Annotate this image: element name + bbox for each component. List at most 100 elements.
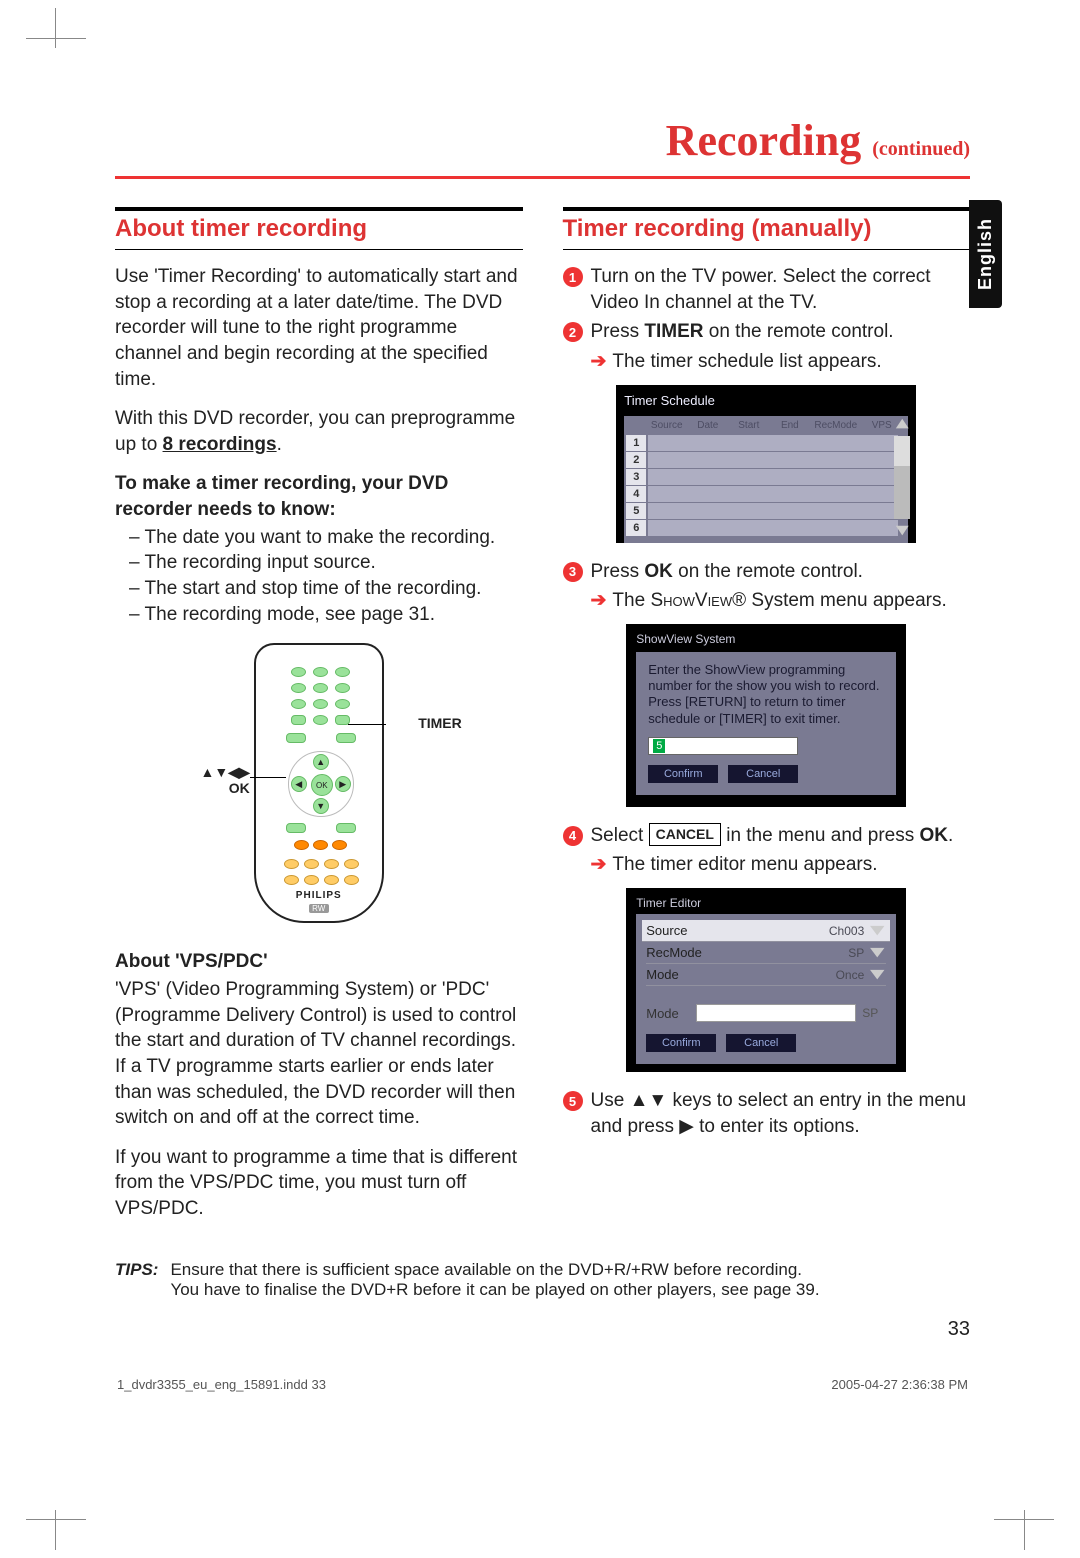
about-intro: Use 'Timer Recording' to automatically s… xyxy=(115,264,523,392)
row-num: 1 xyxy=(626,435,646,451)
chevron-down-icon[interactable] xyxy=(868,945,886,961)
row-cells xyxy=(648,435,898,451)
remote-button xyxy=(304,875,319,885)
crop-mark-tl xyxy=(55,8,95,48)
txt: on the remote control. xyxy=(673,561,863,582)
editor-mode-row[interactable]: Mode SP xyxy=(646,1002,886,1024)
txt-bold: OK xyxy=(644,561,673,582)
arrow-icons: ▲▼◀▶ xyxy=(201,764,250,780)
list-item: The recording input source. xyxy=(129,550,523,576)
remote-button xyxy=(286,823,306,833)
step-number-icon: 3 xyxy=(563,562,583,582)
vps-p1: 'VPS' (Video Programming System) or 'PDC… xyxy=(115,977,523,1131)
remote-button xyxy=(284,859,299,869)
remote-button xyxy=(336,733,356,743)
row-label: Mode xyxy=(646,1006,696,1021)
cancel-button[interactable]: Cancel xyxy=(726,1034,796,1052)
vps-p2: If you want to programme a time that is … xyxy=(115,1145,523,1222)
row-cells xyxy=(648,452,898,468)
screen-title: ShowView System xyxy=(626,628,906,652)
chevron-down-icon[interactable] xyxy=(868,923,886,939)
txt: . xyxy=(277,434,282,455)
remote-num-2 xyxy=(313,667,328,677)
col: Source xyxy=(650,420,683,431)
list-item: The date you want to make the recording. xyxy=(129,525,523,551)
showview-input[interactable]: 5 xyxy=(648,737,798,755)
row-num: 2 xyxy=(626,452,646,468)
row-value: Once xyxy=(798,968,868,982)
row-cells xyxy=(648,520,898,536)
row-label: RecMode xyxy=(646,945,798,960)
txt: Select xyxy=(591,825,649,846)
table-row: 5 xyxy=(626,503,898,519)
col: End xyxy=(773,420,806,431)
section-timer-manual: Timer recording (manually) xyxy=(563,207,971,250)
language-tab: English xyxy=(969,200,1002,308)
txt: Press xyxy=(591,561,645,582)
page-title-main: Recording xyxy=(666,116,862,165)
row-num: 3 xyxy=(626,469,646,485)
indd-timestamp: 2005-04-27 2:36:38 PM xyxy=(831,1377,968,1392)
confirm-button[interactable]: Confirm xyxy=(648,765,718,783)
arrow-right-icon: ➔ xyxy=(591,588,607,614)
table-row: 6 xyxy=(626,520,898,536)
tips-label: TIPS: xyxy=(115,1260,158,1300)
txt: The ShowView® System menu appears. xyxy=(612,588,946,614)
tips-block: TIPS: Ensure that there is sufficient sp… xyxy=(115,1260,970,1300)
page-footer: 33 xyxy=(115,1318,970,1341)
schedule-table: Source Date Start End RecMode VPS 1 2 3 … xyxy=(624,416,908,543)
remote-num-0 xyxy=(313,715,328,725)
need-to-know-head: To make a timer recording, your DVD reco… xyxy=(115,471,523,522)
remote-rw-badge: RW xyxy=(309,904,329,913)
8-recordings-link: 8 recordings xyxy=(163,434,277,455)
txt-bold: TIMER xyxy=(644,321,703,342)
editor-row-source[interactable]: Source Ch003 xyxy=(642,920,890,942)
table-row: 1 xyxy=(626,435,898,451)
row-label: Source xyxy=(646,923,798,938)
indesign-footer: 1_dvdr3355_eu_eng_15891.indd 33 2005-04-… xyxy=(115,1377,970,1392)
txt: on the remote control. xyxy=(703,321,893,342)
row-cells xyxy=(648,469,898,485)
scrollbar-thumb[interactable] xyxy=(894,436,910,466)
col: VPS xyxy=(865,420,898,431)
editor-row[interactable]: Mode Once xyxy=(646,964,886,986)
txt: You have to finalise the DVD+R before it… xyxy=(170,1280,819,1299)
confirm-button[interactable]: Confirm xyxy=(646,1034,716,1052)
remote-outline: ▲ ▼ ◀ ▶ OK xyxy=(254,643,384,923)
editor-row[interactable]: RecMode SP xyxy=(646,942,886,964)
remote-button xyxy=(336,823,356,833)
step-number-icon: 5 xyxy=(563,1091,583,1111)
table-row: 4 xyxy=(626,486,898,502)
indd-file: 1_dvdr3355_eu_eng_15891.indd 33 xyxy=(117,1377,326,1392)
timer-editor-screen: Timer Editor Source Ch003 RecMode SP Mod… xyxy=(626,888,906,1072)
remote-right-icon: ▶ xyxy=(335,776,351,792)
step-number-icon: 2 xyxy=(563,322,583,342)
row-cells xyxy=(648,503,898,519)
row-num: 5 xyxy=(626,503,646,519)
remote-up-icon: ▲ xyxy=(313,754,329,770)
screen-title: Timer Schedule xyxy=(616,389,916,412)
input-digit: 5 xyxy=(653,739,665,753)
ok-label: OK xyxy=(229,780,250,796)
cancel-button[interactable]: Cancel xyxy=(728,765,798,783)
step-3-result: ➔ The ShowView® System menu appears. xyxy=(591,588,971,614)
remote-num-3 xyxy=(335,667,350,677)
step-5: 5 Use ▲▼ keys to select an entry in the … xyxy=(563,1088,971,1139)
remote-num-9 xyxy=(335,699,350,709)
remote-num-7 xyxy=(291,699,306,709)
tips-text: Ensure that there is sufficient space av… xyxy=(170,1260,819,1300)
step-4: 4 Select CANCEL in the menu and press OK… xyxy=(563,823,971,849)
showview-mark: ShowView xyxy=(650,590,732,611)
remote-nav-ring: ▲ ▼ ◀ ▶ OK xyxy=(288,751,354,817)
step-4-text: Select CANCEL in the menu and press OK. xyxy=(591,823,954,849)
step-2-text: Press TIMER on the remote control. xyxy=(591,319,894,345)
chevron-down-icon[interactable] xyxy=(868,967,886,983)
about-preprogramme: With this DVD recorder, you can preprogr… xyxy=(115,406,523,457)
remote-num-1 xyxy=(291,667,306,677)
mode-input[interactable] xyxy=(696,1004,856,1022)
row-num: 4 xyxy=(626,486,646,502)
step-2-result: ➔ The timer schedule list appears. xyxy=(591,349,971,375)
txt: The timer schedule list appears. xyxy=(612,349,881,375)
remote-num-5 xyxy=(313,683,328,693)
showview-message: Enter the ShowView programming number fo… xyxy=(648,662,884,727)
